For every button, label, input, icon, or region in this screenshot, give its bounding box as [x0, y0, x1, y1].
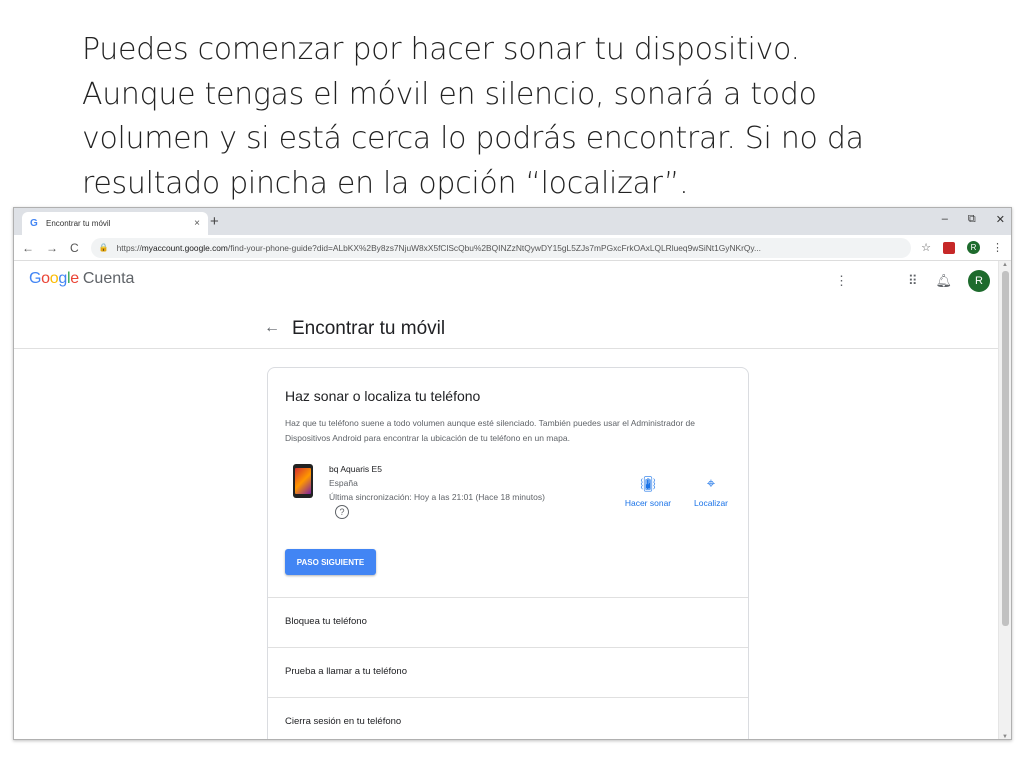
address-bar[interactable]: 🔒 https://myaccount.google.com/find-your… [90, 237, 912, 258]
more-options-icon[interactable]: ⋮ [835, 273, 848, 289]
card-title: Haz sonar o localiza tu teléfono [285, 388, 481, 404]
page-subheader: ← Encontrar tu móvil [14, 311, 1000, 349]
help-icon[interactable]: ? [335, 505, 349, 519]
minimize-button[interactable]: – [942, 213, 948, 226]
logo-suffix: Cuenta [82, 270, 135, 287]
bell-icon[interactable]: 🔔︎ [935, 273, 952, 289]
slide-caption: Puedes comenzar por hacer sonar tu dispo… [82, 28, 982, 206]
tab-strip: G Encontrar tu móvil × + – ⧉ ✕ [14, 208, 1011, 235]
device-country: España [329, 478, 358, 488]
ring-button[interactable]: 📳︎ Hacer sonar [618, 475, 678, 508]
list-item-lock[interactable]: Bloquea tu teléfono [268, 597, 748, 647]
caption-line: resultado pincha en la opción “localizar… [82, 165, 689, 201]
google-favicon-icon: G [30, 218, 38, 229]
card-description: Haz que tu teléfono suene a todo volumen… [285, 418, 696, 443]
lock-icon: 🔒 [98, 243, 109, 252]
locate-label: Localizar [693, 498, 729, 508]
account-avatar[interactable]: R [968, 270, 990, 292]
page-scrollbar[interactable]: ▲ ▼ [998, 261, 1011, 739]
pdf-extension-icon[interactable] [943, 241, 955, 254]
window-controls: – ⧉ ✕ [942, 213, 1005, 226]
close-window-button[interactable]: ✕ [996, 213, 1005, 226]
device-name: bq Aquaris E5 [329, 464, 382, 474]
scroll-down-icon[interactable]: ▼ [1002, 734, 1008, 739]
scroll-thumb[interactable] [1002, 271, 1009, 626]
back-button[interactable]: ← [22, 241, 34, 255]
phone-ring-icon: 📳︎ [638, 476, 658, 493]
caption-line: volumen y si está cerca lo podrás encont… [82, 121, 864, 156]
profile-avatar[interactable]: R [967, 241, 980, 254]
find-phone-card: Haz sonar o localiza tu teléfono Haz que… [267, 367, 749, 739]
scroll-up-icon[interactable]: ▲ [1002, 262, 1008, 268]
tab-title: Encontrar tu móvil [46, 219, 111, 228]
list-item-call[interactable]: Prueba a llamar a tu teléfono [268, 647, 748, 697]
back-arrow-icon[interactable]: ← [264, 319, 280, 337]
page-content: Google Cuenta ⋮ ⠿ 🔔︎ R ← Encontrar tu mó… [14, 261, 1000, 739]
app-header: Google Cuenta ⋮ ⠿ 🔔︎ R [14, 261, 1000, 297]
url-text: https://myaccount.google.com/find-your-p… [116, 242, 761, 253]
browser-toolbar: ← → C 🔒 https://myaccount.google.com/fin… [14, 235, 1011, 261]
bookmark-star-icon[interactable]: ☆ [921, 241, 931, 254]
browser-window: G Encontrar tu móvil × + – ⧉ ✕ ← → C 🔒 h… [13, 207, 1012, 740]
reload-button[interactable]: C [70, 241, 79, 255]
next-step-button[interactable]: PASO SIGUIENTE [285, 549, 376, 575]
forward-button[interactable]: → [46, 241, 58, 255]
header-icons: ⋮ ⠿ 🔔︎ R [835, 270, 990, 292]
locate-button[interactable]: ⌖ Localizar [686, 475, 736, 508]
tab-close-icon[interactable]: × [194, 218, 200, 229]
restore-button[interactable]: ⧉ [968, 213, 976, 226]
google-logo: Google [29, 270, 79, 287]
tab-encontrar[interactable]: G Encontrar tu móvil × [22, 212, 208, 235]
phone-image [293, 464, 313, 498]
caption-line: Puedes comenzar por hacer sonar tu dispo… [82, 32, 800, 67]
new-tab-button[interactable]: + [210, 213, 219, 230]
locate-icon: ⌖ [706, 475, 716, 492]
caption-line: Aunque tengas el móvil en silencio, sona… [82, 76, 817, 112]
list-item-signout[interactable]: Cierra sesión en tu teléfono [268, 697, 748, 739]
toolbar-right: ☆ R ⋮ [921, 241, 1003, 254]
apps-grid-icon[interactable]: ⠿ [908, 273, 918, 289]
page-title: Encontrar tu móvil [292, 318, 446, 339]
ring-label: Hacer sonar [624, 498, 672, 508]
device-sync: Última sincronización: Hoy a las 21:01 (… [329, 492, 545, 502]
browser-menu-icon[interactable]: ⋮ [992, 241, 1003, 254]
